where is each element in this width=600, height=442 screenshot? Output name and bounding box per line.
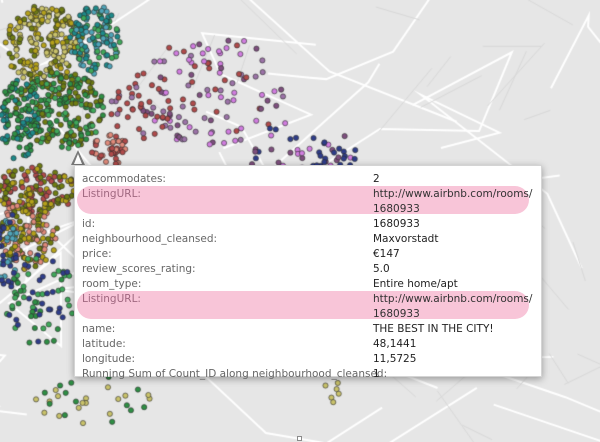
resize-handle[interactable] [297, 436, 302, 441]
tooltip-pointer-fill [74, 154, 82, 164]
tooltip-row-value: 1 [373, 368, 380, 380]
tooltip-row-label: name: [82, 323, 116, 335]
tooltip-row-value: 1680933 [373, 218, 420, 230]
tooltip-row-value: Maxvorstadt [373, 233, 439, 245]
tooltip-row-label: price: [82, 248, 112, 260]
listing-tooltip: accommodates: 2 ListingURL: http://www.airb… [74, 165, 543, 380]
tooltip-row-label: latitude: [82, 338, 126, 350]
tooltip-row-value[interactable]: http://www.airbnb.com/rooms/ 1680933 [373, 292, 543, 322]
tooltip-row-label: longitude: [82, 353, 136, 365]
tooltip-row-value[interactable]: http://www.airbnb.com/rooms/ 1680933 [373, 187, 543, 217]
tooltip-row-label: id: [82, 218, 96, 230]
tooltip-row-value: 48,1441 [373, 338, 417, 350]
tooltip-row-label: review_scores_rating: [82, 263, 196, 275]
tooltip-row-label: accommodates: [82, 173, 166, 185]
tooltip-row-value: 2 [373, 173, 380, 185]
tooltip-row-label: neighbourhood_cleansed: [82, 233, 218, 245]
tooltip-row-value: 5.0 [373, 263, 390, 275]
tooltip-row-label: ListingURL: [82, 293, 141, 305]
tooltip-row-label: Running Sum of Count_ID along neighbourh… [82, 368, 388, 380]
tooltip-row-value: Entire home/apt [373, 278, 458, 290]
tooltip-row-value: 11,5725 [373, 353, 417, 365]
tooltip-row-label: room_type: [82, 278, 142, 290]
tooltip-row-label: ListingURL: [82, 188, 141, 200]
tooltip-row-value: €147 [373, 248, 400, 260]
tooltip-row-value: THE BEST IN THE CITY! [373, 323, 494, 335]
